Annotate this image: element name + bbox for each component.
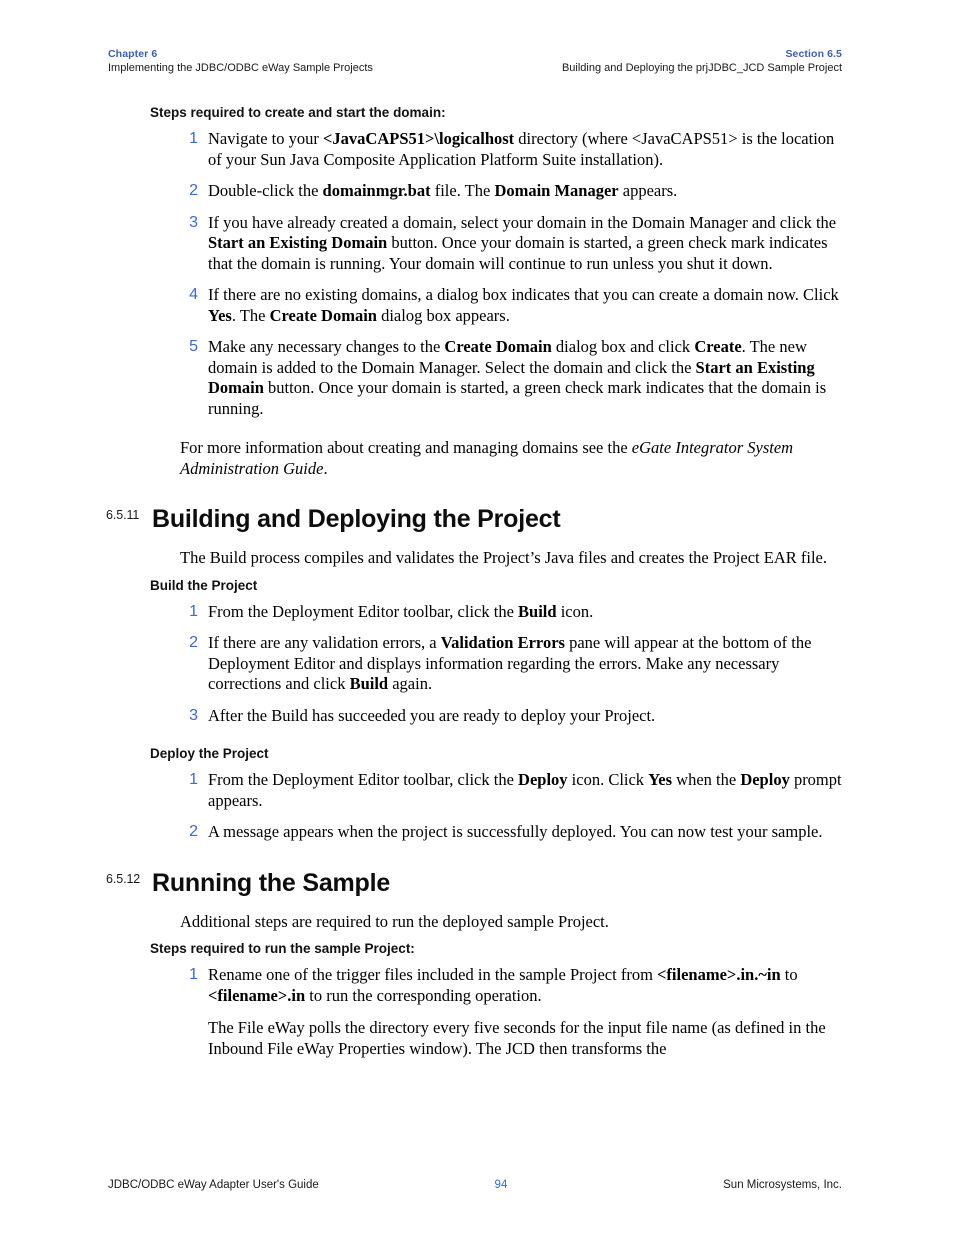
build-intro-paragraph: The Build process compiles and validates… [180,548,827,567]
list-item: 1 From the Deployment Editor toolbar, cl… [106,602,842,623]
list-item-text: Make any necessary changes to the Create… [208,337,827,418]
page-footer: JDBC/ODBC eWay Adapter User's Guide 94 S… [108,1179,842,1191]
running-intro-paragraph: Additional steps are required to run the… [180,911,609,931]
list-item: 3 After the Build has succeeded you are … [106,706,842,727]
build-steps-list: 1 From the Deployment Editor toolbar, cl… [106,602,842,727]
header-chapter-label: Chapter 6 [108,48,158,60]
list-item-text: If there are any validation errors, a Va… [208,633,812,693]
footer-page-number: 94 [494,1179,508,1191]
document-page: Chapter 6 Implementing the JDBC/ODBC eWa… [0,0,954,1235]
list-item-number: 1 [189,966,198,983]
list-item-number: 2 [189,634,198,651]
header-chapter-subtitle: Implementing the JDBC/ODBC eWay Sample P… [108,62,373,74]
running-steps-list: 1 Rename one of the trigger files includ… [106,965,842,1059]
header-left: Chapter 6 Implementing the JDBC/ODBC eWa… [108,48,373,76]
list-item-number: 1 [189,130,198,147]
page-content: Steps required to create and start the d… [106,104,842,1070]
list-item-number: 2 [189,823,198,840]
header-section-subtitle: Building and Deploying the prjJDBC_JCD S… [561,62,842,74]
deploy-the-project-heading: Deploy the Project [150,746,269,761]
build-the-project-heading: Build the Project [150,577,258,593]
section-number: 6.5.11 [106,508,140,522]
section-title: Building and Deploying the Project [152,505,561,533]
list-item: 1 Rename one of the trigger files includ… [106,965,842,1059]
list-item: 1 From the Deployment Editor toolbar, cl… [106,770,842,811]
list-item-text: After the Build has succeeded you are re… [208,705,656,725]
section-title: Running the Sample [152,868,391,897]
list-item: 2 Double-click the domainmgr.bat file. T… [106,181,842,202]
list-item-number: 1 [189,602,198,620]
list-item-text: A message appears when the project is su… [208,822,823,841]
section-number: 6.5.12 [106,871,141,886]
domain-steps-heading: Steps required to create and start the d… [150,105,446,120]
list-item-number: 3 [189,706,198,724]
domain-steps-list: 1 Navigate to your <JavaCAPS51>\logicalh… [106,129,842,419]
list-item-text: Navigate to your <JavaCAPS51>\logicalhos… [208,129,835,169]
list-item-number: 2 [189,182,198,199]
deploy-steps-list: 1 From the Deployment Editor toolbar, cl… [106,770,842,843]
list-item: 2 If there are any validation errors, a … [106,633,842,695]
list-item: 5 Make any necessary changes to the Crea… [106,337,842,419]
list-item-text: Rename one of the trigger files included… [208,965,798,1005]
list-item-number: 5 [189,338,198,355]
running-steps-heading: Steps required to run the sample Project… [150,941,415,956]
list-item: 3 If you have already created a domain, … [106,213,842,275]
list-item-number: 1 [189,771,198,788]
footer-company: Sun Microsystems, Inc. [723,1179,842,1191]
header-right: Section 6.5 Building and Deploying the p… [562,48,842,76]
more-info-paragraph: For more information about creating and … [180,438,794,478]
list-item-number: 4 [189,286,198,303]
list-item: 4 If there are no existing domains, a di… [106,285,842,326]
list-item: 2 A message appears when the project is … [106,822,842,843]
list-item: 1 Navigate to your <JavaCAPS51>\logicalh… [106,129,842,170]
list-item-text: If there are no existing domains, a dial… [208,285,839,325]
list-item-text: From the Deployment Editor toolbar, clic… [208,770,842,810]
list-item-number: 3 [189,213,198,231]
section-heading-6-5-11: 6.5.11 Building and Deploying the Projec… [106,505,842,534]
header-section-label: Section 6.5 [785,48,842,60]
list-item-continuation-text: The File eWay polls the directory every … [208,1018,826,1058]
page-header: Chapter 6 Implementing the JDBC/ODBC eWa… [108,48,842,76]
list-item-text: From the Deployment Editor toolbar, clic… [208,601,594,621]
list-item-text: Double-click the domainmgr.bat file. The… [208,181,678,200]
list-item-text: If you have already created a domain, se… [208,212,837,273]
section-heading-6-5-12: 6.5.12 Running the Sample [106,869,842,898]
